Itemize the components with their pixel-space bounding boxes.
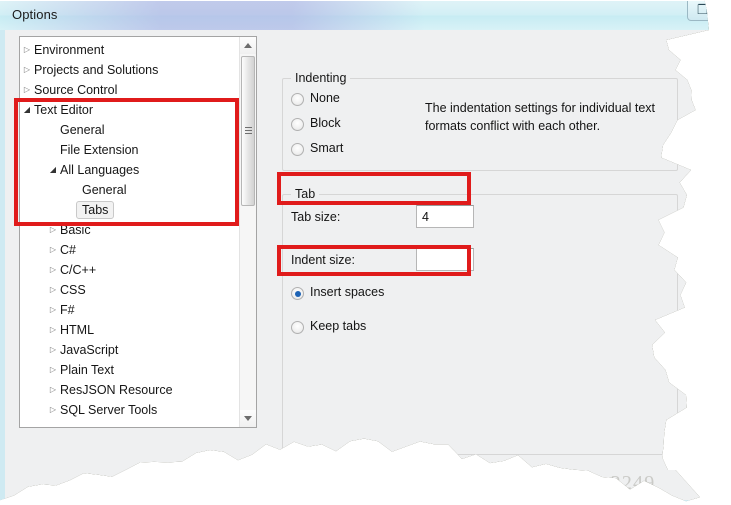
tree-item-environment[interactable]: ▷ Environment [20, 40, 237, 60]
tree-item-f[interactable]: ▷ F# [20, 300, 237, 320]
watermark-text: http://blog.csdn.net/aoshilang2249 [338, 472, 656, 494]
tree-item-label: JavaScript [60, 343, 119, 357]
scroll-up-icon[interactable] [240, 37, 256, 54]
options-tree-panel[interactable]: ▷ Environment ▷ Projects and Solutions ▷ Sour… [19, 36, 257, 428]
restore-icon: ❐ [697, 2, 709, 17]
tree-item-html[interactable]: ▷ HTML [20, 320, 237, 340]
radio-smart-label: Smart [310, 141, 344, 155]
expander-collapsed-icon[interactable]: ▷ [46, 220, 60, 240]
tree-item-label: File Extension [60, 143, 139, 157]
tree-item-label: Text Editor [34, 103, 94, 117]
window-titlebar: Options ❐ [0, 0, 709, 30]
scrollbar-thumb[interactable] [241, 56, 255, 206]
torn-paper-wrapper: Options ❐ ▷ Environment ▷ Projects and Solu… [0, 0, 731, 505]
tree-item-label: Tabs [76, 201, 115, 219]
expander-collapsed-icon[interactable]: ▷ [20, 40, 34, 60]
tree-item-label: CSS [60, 283, 86, 297]
radio-block-label: Block [310, 116, 341, 130]
tree-item-label: F# [60, 303, 75, 317]
radio-none-label: None [310, 91, 340, 105]
expander-expanded-icon[interactable]: ◢ [20, 100, 34, 120]
indent-size-input[interactable] [416, 248, 474, 271]
radio-block-icon[interactable] [291, 118, 304, 131]
tree-item-label: SQL Server Tools [60, 403, 158, 417]
radio-keep-tabs-label: Keep tabs [310, 319, 367, 333]
indenting-group-title: Indenting [291, 71, 351, 85]
tree-item-sql-server-tools[interactable]: ▷ SQL Server Tools [20, 400, 237, 420]
radio-insert-spaces-icon[interactable] [291, 287, 304, 300]
tree-item-general[interactable]: General [20, 120, 237, 140]
restore-button[interactable]: ❐ [687, 1, 709, 21]
tree-scrollbar[interactable] [239, 37, 256, 427]
tree-item-label: HTML [60, 323, 95, 337]
expander-collapsed-icon[interactable]: ▷ [46, 240, 60, 260]
expander-collapsed-icon[interactable]: ▷ [46, 360, 60, 380]
expander-collapsed-icon[interactable]: ▷ [20, 80, 34, 100]
tree-item-label: C/C++ [60, 263, 97, 277]
radio-none-icon[interactable] [291, 93, 304, 106]
tree-item-css[interactable]: ▷ CSS [20, 280, 237, 300]
indent-size-label: Indent size: [291, 253, 355, 267]
expander-collapsed-icon[interactable]: ▷ [20, 60, 34, 80]
radio-keep-tabs-icon[interactable] [291, 321, 304, 334]
tree-item-label: C# [60, 243, 76, 257]
tree-item-label: Source Control [34, 83, 118, 97]
tree-item-all-languages[interactable]: ◢ All Languages [20, 160, 237, 180]
tree-item-text-editor[interactable]: ◢ Text Editor [20, 100, 237, 120]
expander-collapsed-icon[interactable]: ▷ [46, 260, 60, 280]
indent-conflict-message: The indentation settings for individual … [425, 101, 655, 133]
radio-smart-icon[interactable] [291, 143, 304, 156]
tree-item-label: Plain Text [60, 363, 114, 377]
tab-group-title: Tab [291, 187, 320, 201]
expander-collapsed-icon[interactable]: ▷ [46, 280, 60, 300]
tree-item-label: General [60, 123, 105, 137]
tree-item-tabs[interactable]: Tabs [20, 200, 237, 220]
expander-collapsed-icon[interactable]: ▷ [46, 320, 60, 340]
tree-item-label: Projects and Solutions [34, 63, 159, 77]
expander-collapsed-icon[interactable]: ▷ [46, 340, 60, 360]
tab-size-input[interactable] [416, 205, 474, 228]
tree-item-source-control[interactable]: ▷ Source Control [20, 80, 237, 100]
options-tree-list[interactable]: ▷ Environment ▷ Projects and Solutions ▷ Sour… [20, 40, 237, 420]
tree-item-basic[interactable]: ▷ Basic [20, 220, 237, 240]
tree-item-label: Basic [60, 223, 91, 237]
tab-size-label: Tab size: [291, 210, 341, 224]
tree-item-c-c[interactable]: ▷ C/C++ [20, 260, 237, 280]
tree-item-label: All Languages [60, 163, 140, 177]
tree-item-label: ResJSON Resource [60, 383, 173, 397]
dialog-client-area: ▷ Environment ▷ Projects and Solutions ▷ Sour… [0, 30, 709, 502]
tree-item-file-extension[interactable]: File Extension [20, 140, 237, 160]
tree-item-projects-and-solutions[interactable]: ▷ Projects and Solutions [20, 60, 237, 80]
radio-insert-spaces-label: Insert spaces [310, 285, 385, 299]
tree-item-c[interactable]: ▷ C# [20, 240, 237, 260]
tree-item-general[interactable]: General [20, 180, 237, 200]
expander-collapsed-icon[interactable]: ▷ [46, 300, 60, 320]
tree-item-plain-text[interactable]: ▷ Plain Text [20, 360, 237, 380]
expander-collapsed-icon[interactable]: ▷ [46, 400, 60, 420]
tree-item-javascript[interactable]: ▷ JavaScript [20, 340, 237, 360]
options-dialog-window: Options ❐ ▷ Environment ▷ Projects and Solu… [0, 0, 709, 502]
page-title: Options [12, 7, 58, 22]
tab-groupbox: Tab Tab size: Indent size: Insert spaces… [282, 187, 678, 455]
expander-expanded-icon[interactable]: ◢ [46, 160, 60, 180]
tree-item-label: General [82, 183, 127, 197]
tree-item-label: Environment [34, 43, 105, 57]
expander-collapsed-icon[interactable]: ▷ [46, 380, 60, 400]
tree-item-resjson-resource[interactable]: ▷ ResJSON Resource [20, 380, 237, 400]
scroll-down-icon[interactable] [240, 410, 256, 427]
